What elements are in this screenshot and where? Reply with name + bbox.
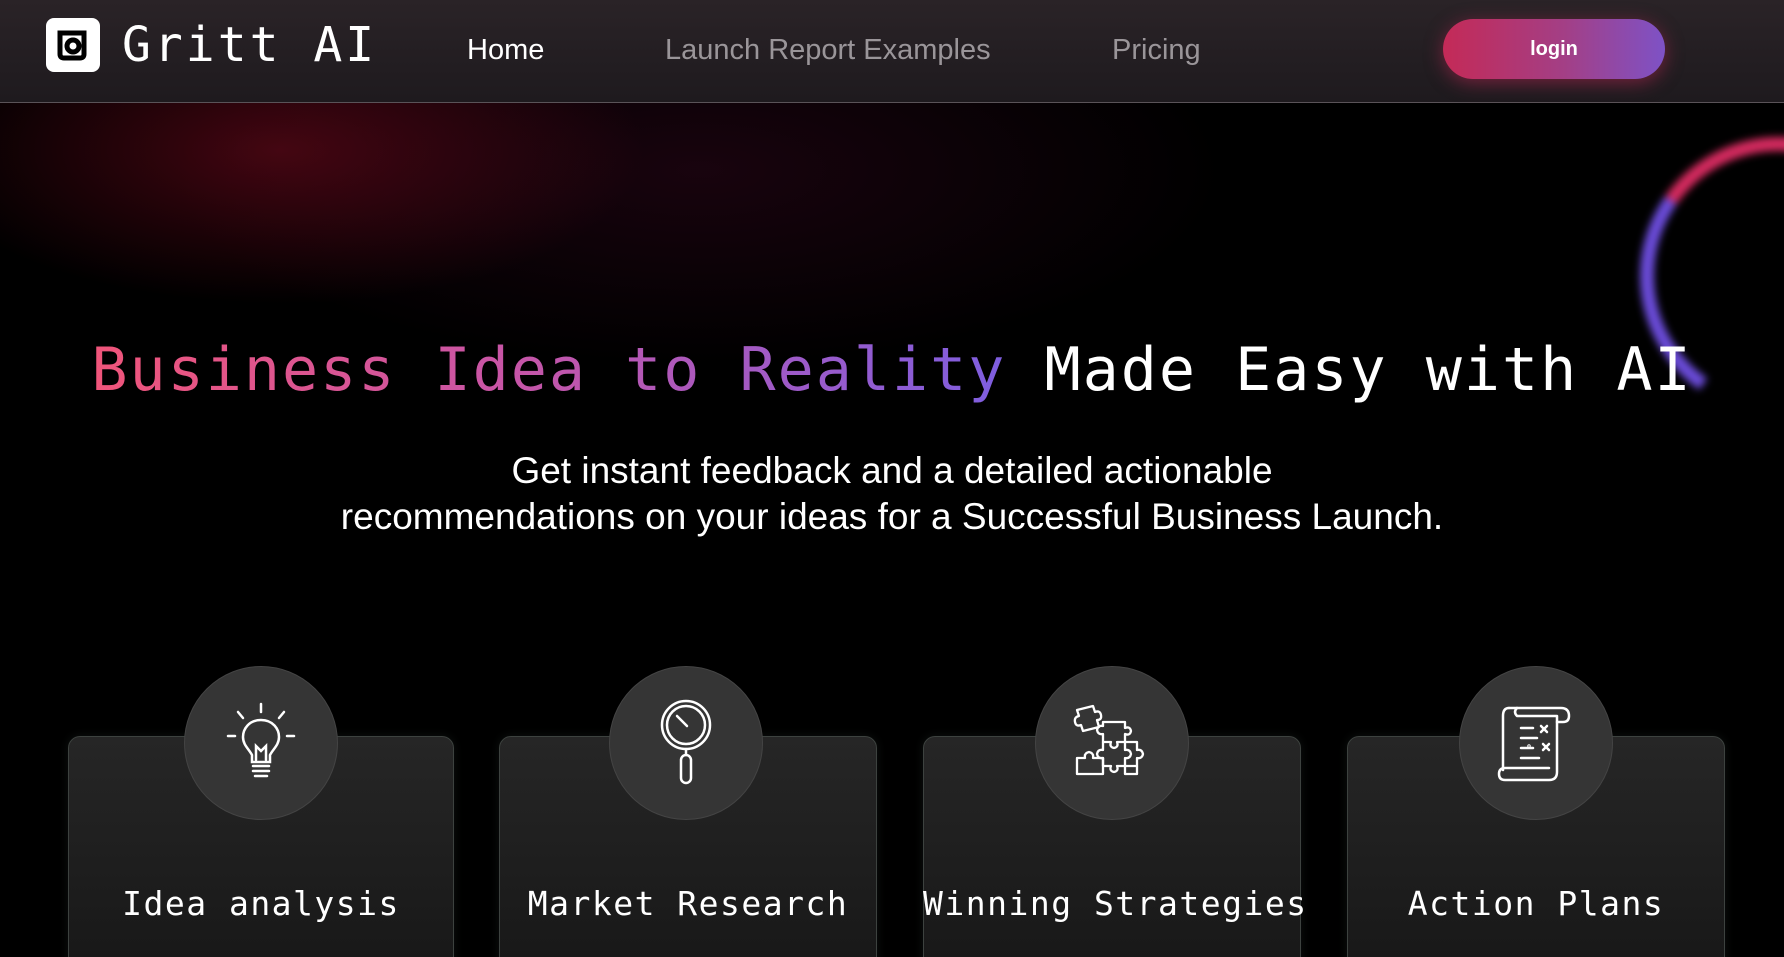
magnifier-icon [660, 699, 712, 785]
feature-title-idea-analysis: Idea analysis [122, 884, 400, 923]
login-button[interactable]: login [1443, 19, 1665, 79]
nav-pricing[interactable]: Pricing [1112, 32, 1201, 68]
scroll-icon [1497, 706, 1571, 782]
feature-title-action-plans: Action Plans [1407, 884, 1665, 923]
logo-icon[interactable] [46, 18, 100, 72]
feature-icon-circle [1459, 666, 1613, 820]
hero-heading-gradient: Business Idea to Reality [91, 335, 1007, 405]
hero-heading: Business Idea to Reality Made Easy with … [0, 332, 1784, 408]
top-navbar: Gritt AI Home Launch Report Examples Pri… [0, 0, 1784, 103]
feature-title-market-research: Market Research [527, 884, 849, 923]
hero-heading-rest: Made Easy with AI [1044, 335, 1693, 405]
lightbulb-icon [226, 702, 296, 778]
feature-icon-circle [1035, 666, 1189, 820]
hero-subtitle-line-1: Get instant feedback and a detailed acti… [511, 450, 1273, 491]
hero-subtitle-line-2: recommendations on your ideas for a Succ… [340, 496, 1444, 537]
feature-title-winning-strategies: Winning Strategies [923, 884, 1308, 923]
brand-name[interactable]: Gritt AI [122, 16, 377, 74]
puzzle-icon [1073, 704, 1145, 776]
feature-icon-circle [609, 666, 763, 820]
nav-home[interactable]: Home [467, 32, 544, 68]
nav-launch-report-examples[interactable]: Launch Report Examples [665, 32, 991, 68]
feature-icon-circle [184, 666, 338, 820]
landing-page: Gritt AI Home Launch Report Examples Pri… [0, 0, 1784, 957]
hero-subtitle: Get instant feedback and a detailed acti… [0, 448, 1784, 540]
